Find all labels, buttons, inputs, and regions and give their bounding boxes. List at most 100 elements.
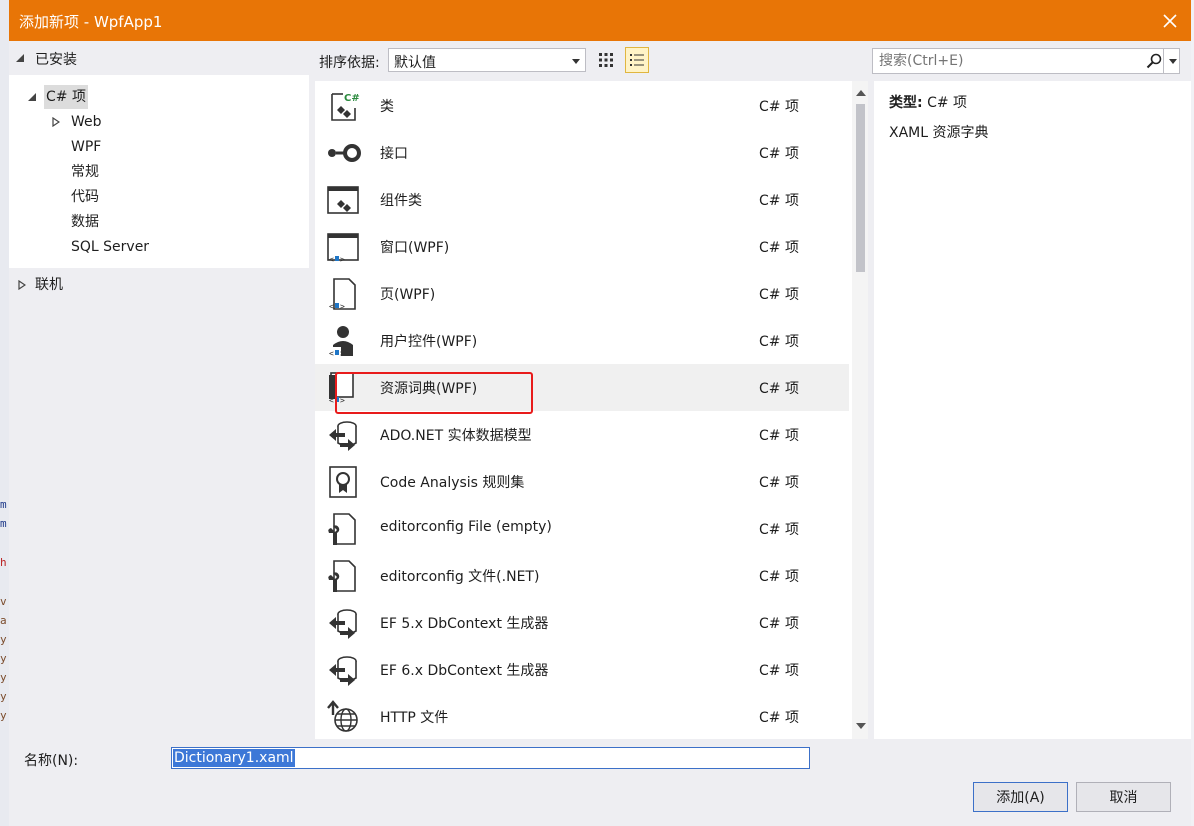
sort-by-label: 排序依据: xyxy=(319,55,380,71)
name-input[interactable]: Dictionary1.xaml xyxy=(171,747,810,769)
template-item-type: C# 项 xyxy=(759,334,799,350)
tree-label-csharp-items: C# 项 xyxy=(44,85,88,109)
close-icon xyxy=(1163,14,1177,28)
small-icons-view-button[interactable] xyxy=(594,47,618,73)
chevron-down-icon xyxy=(1169,59,1177,64)
template-item-row[interactable]: Code Analysis 规则集 C# 项 xyxy=(315,458,849,505)
template-item-name: Code Analysis 规则集 xyxy=(380,475,525,491)
tree-node-data[interactable]: 数据 xyxy=(9,210,309,234)
tree-label-data: 数据 xyxy=(71,214,99,230)
template-item-row[interactable]: editorconfig 文件(.NET) C# 项 xyxy=(315,552,849,599)
template-item-name: EF 6.x DbContext 生成器 xyxy=(380,663,549,679)
background-code-char: y xyxy=(0,690,7,703)
template-item-type: C# 项 xyxy=(759,569,799,585)
search-icon[interactable] xyxy=(1146,53,1162,69)
template-list: C# 类 C# 项接口 C# 项组件类 C# 项 < > 窗口(WPF) C# 项 < > 页(WPF… xyxy=(315,81,868,739)
scroll-up-arrow-icon[interactable] xyxy=(856,90,866,96)
tree-label-online: 联机 xyxy=(35,277,63,293)
background-code-char: y xyxy=(0,633,7,646)
interface-icon xyxy=(328,144,361,162)
background-code-char: m xyxy=(0,517,7,530)
ef-generator-icon xyxy=(329,656,357,686)
details-type-label: 类型: xyxy=(889,95,923,111)
search-box xyxy=(872,48,1180,74)
component-class-icon xyxy=(327,186,359,214)
search-input[interactable] xyxy=(877,52,1141,70)
tree-node-installed[interactable]: 已安装 xyxy=(9,48,309,70)
background-code-char: a xyxy=(0,614,7,627)
tree-node-general[interactable]: 常规 xyxy=(9,160,309,184)
background-code-char: y xyxy=(0,671,7,684)
template-item-name: 资源词典(WPF) xyxy=(380,381,478,397)
scrollbar-thumb[interactable] xyxy=(856,104,865,272)
vertical-scrollbar[interactable] xyxy=(852,81,868,739)
add-button[interactable]: 添加(A) xyxy=(973,782,1068,812)
template-item-row[interactable]: EF 5.x DbContext 生成器 C# 项 xyxy=(315,599,849,646)
scroll-down-arrow-icon[interactable] xyxy=(856,723,866,729)
template-item-type: C# 项 xyxy=(759,146,799,162)
tree-label-installed: 已安装 xyxy=(35,52,77,68)
cancel-button[interactable]: 取消 xyxy=(1076,782,1171,812)
add-new-item-dialog: 添加新项 - WpfApp1 已安装 C# 项 Web WPF 常规 代码 数据… xyxy=(9,0,1191,826)
template-item-row[interactable]: 组件类 C# 项 xyxy=(315,176,849,223)
tree-label-wpf: WPF xyxy=(71,139,102,155)
tree-node-web[interactable]: Web xyxy=(9,110,309,134)
tree-label-general: 常规 xyxy=(71,164,99,180)
template-item-row[interactable]: editorconfig File (empty) C# 项 xyxy=(315,505,849,552)
tree-label-sql-server: SQL Server xyxy=(71,239,150,255)
tree-node-csharp-items[interactable]: C# 项 xyxy=(9,85,309,109)
ruleset-icon xyxy=(329,466,357,498)
name-label: 名称(N): xyxy=(24,753,79,769)
template-item-name: 组件类 xyxy=(380,193,422,209)
chevron-down-icon xyxy=(572,59,580,64)
window-title: 添加新项 - WpfApp1 xyxy=(19,13,163,31)
svg-text:>: > xyxy=(340,255,345,264)
template-item-name: 页(WPF) xyxy=(380,287,436,303)
collapsed-arrow-icon xyxy=(18,280,26,290)
template-item-name: ADO.NET 实体数据模型 xyxy=(380,428,532,444)
list-view-icon xyxy=(630,54,644,66)
editorconfig-icon xyxy=(328,513,356,545)
template-item-type: C# 项 xyxy=(759,522,799,538)
tree-node-sql-server[interactable]: SQL Server xyxy=(9,235,309,259)
svg-text:>: > xyxy=(340,302,345,311)
close-button[interactable] xyxy=(1155,6,1185,36)
entity-model-icon xyxy=(329,421,357,451)
template-item-name: HTTP 文件 xyxy=(380,710,449,726)
user-control-icon: < > xyxy=(327,326,353,358)
sort-by-dropdown[interactable]: 默认值 xyxy=(388,48,586,72)
tree-node-wpf[interactable]: WPF xyxy=(9,135,309,159)
template-item-name: 窗口(WPF) xyxy=(380,240,450,256)
page-icon: < > xyxy=(329,278,356,311)
template-item-row[interactable]: < > 用户控件(WPF) C# 项 xyxy=(315,317,849,364)
template-item-row[interactable]: < > 页(WPF) C# 项 xyxy=(315,270,849,317)
details-type-line: 类型: C# 项 xyxy=(889,92,967,112)
tree-label-code: 代码 xyxy=(71,189,99,205)
installed-tree-panel: C# 项 Web WPF 常规 代码 数据 SQL Server xyxy=(9,75,309,268)
template-item-name: 类 xyxy=(380,99,394,115)
expanded-arrow-icon xyxy=(16,54,24,62)
template-item-row[interactable]: HTTP 文件 C# 项 xyxy=(315,693,849,739)
template-item-row[interactable]: < > 窗口(WPF) C# 项 xyxy=(315,223,849,270)
list-view-button[interactable] xyxy=(625,47,649,73)
template-item-row[interactable]: EF 6.x DbContext 生成器 C# 项 xyxy=(315,646,849,693)
tree-node-online[interactable]: 联机 xyxy=(9,273,309,297)
template-item-name: editorconfig 文件(.NET) xyxy=(380,569,540,585)
template-item-name: 用户控件(WPF) xyxy=(380,334,478,350)
details-type-value: C# 项 xyxy=(927,95,968,111)
tree-node-code[interactable]: 代码 xyxy=(9,185,309,209)
editorconfig-icon xyxy=(328,560,356,592)
title-bar: 添加新项 - WpfApp1 xyxy=(9,0,1191,41)
http-file-icon xyxy=(327,700,358,732)
search-options-dropdown[interactable] xyxy=(1163,49,1181,73)
background-code-char: y xyxy=(0,652,7,665)
template-item-row[interactable]: < > 资源词典(WPF) C# 项 xyxy=(315,364,849,411)
template-item-row[interactable]: 接口 C# 项 xyxy=(315,129,849,176)
collapsed-arrow-icon xyxy=(52,117,60,127)
grid-view-icon xyxy=(599,53,613,67)
tree-label-web: Web xyxy=(71,114,102,130)
template-item-type: C# 项 xyxy=(759,193,799,209)
template-item-type: C# 项 xyxy=(759,663,799,679)
template-item-row[interactable]: ADO.NET 实体数据模型 C# 项 xyxy=(315,411,849,458)
template-item-row[interactable]: C# 类 C# 项 xyxy=(315,82,849,129)
